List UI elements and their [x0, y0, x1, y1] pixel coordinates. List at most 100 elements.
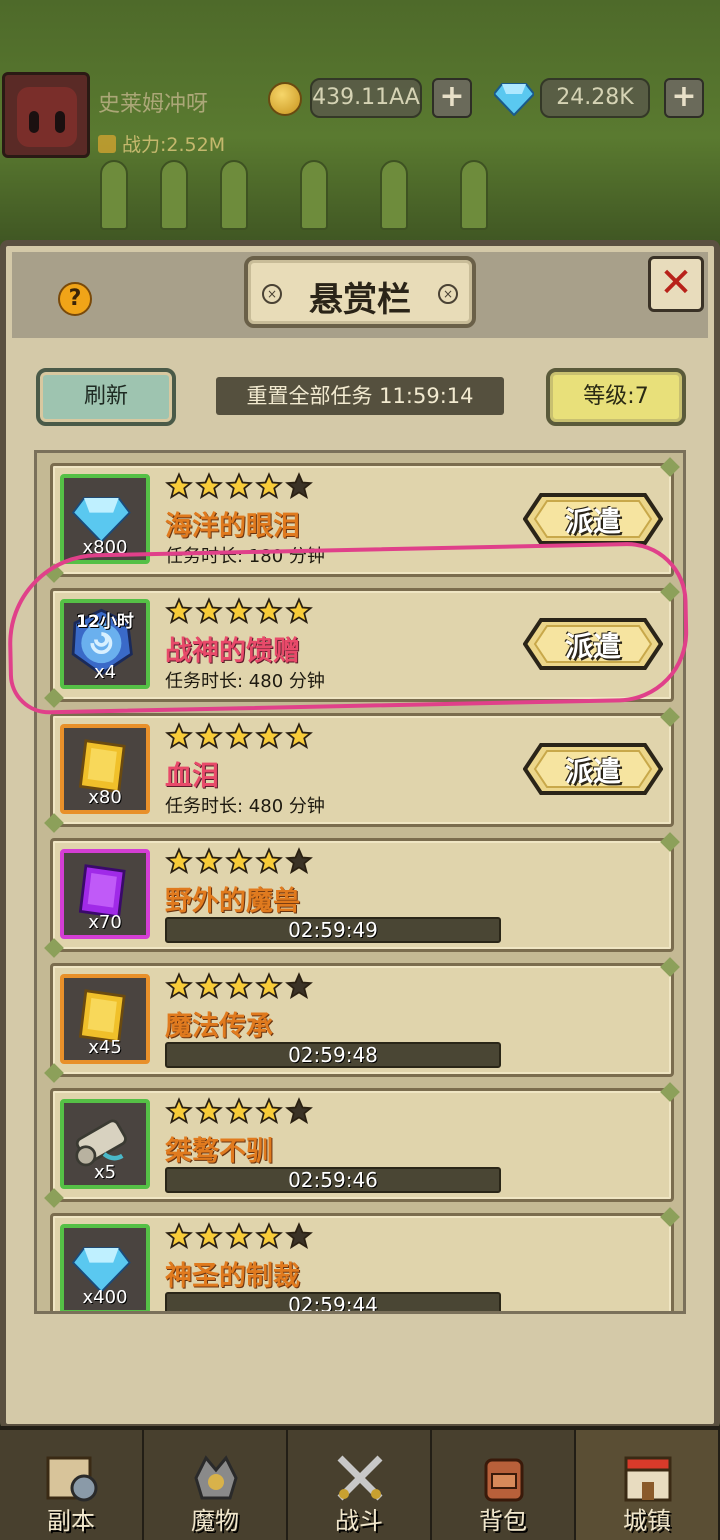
reward-item[interactable]: x5	[60, 1099, 150, 1189]
top-bar: 史莱姆冲呀 战力:2.52M 439.11AA + 24.28K +	[0, 70, 720, 162]
reward-item[interactable]: x800	[60, 474, 150, 564]
star-filled-icon	[165, 472, 193, 499]
task-name: 野外的魔兽	[165, 886, 300, 917]
level-button[interactable]: 等级:7	[546, 368, 686, 426]
tree-decoration	[160, 160, 188, 230]
star-filled-icon	[255, 972, 283, 999]
progress-bar: 02:59:46	[165, 1167, 501, 1193]
star-filled-icon	[225, 847, 253, 874]
star-rating	[165, 1222, 315, 1252]
nav-tab-dungeon[interactable]: 副本	[0, 1430, 144, 1540]
star-filled-icon	[195, 972, 223, 999]
reward-item[interactable]: x400	[60, 1224, 150, 1311]
combat-power: 战力:2.52M	[98, 130, 225, 157]
task-row: x70 野外的魔兽 02:59:49	[44, 832, 680, 958]
star-filled-icon	[225, 972, 253, 999]
dispatch-label: 派遣	[564, 505, 621, 538]
star-filled-icon	[195, 1097, 223, 1124]
star-filled-icon	[225, 1222, 253, 1249]
time-badge: 12小时	[76, 612, 134, 632]
slime-face	[17, 87, 77, 147]
tree-decoration	[220, 160, 248, 230]
star-rating	[165, 1097, 315, 1127]
timer-text: 02:59:44	[288, 1293, 378, 1314]
tree-decoration	[460, 160, 488, 230]
star-filled-icon	[255, 1097, 283, 1124]
progress-bar: 02:59:44	[165, 1292, 501, 1314]
task-name: 神圣的制裁	[165, 1261, 300, 1292]
add-gold-button[interactable]: +	[432, 78, 472, 118]
task-row: x5 桀骜不驯 02:59:46	[44, 1082, 680, 1208]
panel-title-plate: × 悬赏栏 ×	[244, 256, 476, 328]
star-filled-icon	[165, 972, 193, 999]
nav-tab-town[interactable]: 城镇	[576, 1430, 720, 1540]
timer-text: 02:59:49	[288, 918, 378, 942]
reward-item[interactable]: x45	[60, 974, 150, 1064]
crossed-swords-icon	[337, 1455, 383, 1501]
star-filled-icon	[165, 722, 193, 749]
gold-amount: 439.11AA	[310, 78, 422, 118]
dispatch-button[interactable]: 派遣	[522, 492, 664, 546]
dispatch-label: 派遣	[564, 755, 621, 788]
gem-icon	[494, 83, 534, 116]
star-empty-icon	[285, 472, 313, 499]
reward-quantity: x70	[88, 912, 122, 933]
nav-label: 战斗	[335, 1507, 383, 1535]
dispatch-button[interactable]: 派遣	[522, 742, 664, 796]
star-filled-icon	[165, 1097, 193, 1124]
star-rating	[165, 722, 315, 752]
tree-decoration	[100, 160, 128, 230]
nav-label: 背包	[479, 1507, 527, 1535]
star-rating	[165, 847, 315, 877]
map-icon	[46, 1456, 98, 1502]
task-name: 魔法传承	[165, 1011, 273, 1042]
avatar[interactable]	[2, 72, 90, 158]
refresh-button[interactable]: 刷新	[36, 368, 176, 426]
star-filled-icon	[255, 847, 283, 874]
nav-tab-backpack[interactable]: 背包	[432, 1430, 576, 1540]
task-duration: 任务时长: 480 分钟	[165, 796, 325, 817]
star-filled-icon	[225, 1097, 253, 1124]
task-row: x45 魔法传承 02:59:48	[44, 957, 680, 1083]
close-button[interactable]: ✕	[648, 256, 704, 312]
timer-text: 02:59:48	[288, 1043, 378, 1067]
reward-quantity: x400	[82, 1287, 128, 1308]
reward-quantity: x80	[88, 787, 122, 808]
star-filled-icon	[225, 472, 253, 499]
task-row: x400 神圣的制裁 02:59:44	[50, 1207, 680, 1314]
star-filled-icon	[285, 722, 313, 749]
help-button[interactable]: ?	[58, 282, 92, 316]
bottom-nav: 副本 魔物 战斗 背包 城镇	[0, 1426, 720, 1540]
nav-tab-battle[interactable]: 战斗	[288, 1430, 432, 1540]
task-name: 海洋的眼泪	[165, 511, 300, 542]
tree-decoration	[300, 160, 328, 230]
star-filled-icon	[195, 847, 223, 874]
add-gem-button[interactable]: +	[664, 78, 704, 118]
star-rating	[165, 472, 315, 502]
star-filled-icon	[195, 722, 223, 749]
gem-amount: 24.28K	[540, 78, 650, 118]
nav-label: 城镇	[623, 1507, 671, 1535]
star-filled-icon	[255, 472, 283, 499]
backpack-icon	[484, 1458, 524, 1502]
timer-text: 02:59:46	[288, 1168, 378, 1192]
player-name: 史莱姆冲呀	[98, 92, 209, 117]
gold-coin-icon	[268, 82, 302, 116]
star-filled-icon	[165, 847, 193, 874]
reward-item[interactable]: x80	[60, 724, 150, 814]
star-filled-icon	[165, 1222, 193, 1249]
star-empty-icon	[285, 847, 313, 874]
reward-quantity: x5	[93, 1162, 117, 1183]
combat-power-text: 战力:2.52M	[122, 134, 226, 156]
progress-bar: 02:59:48	[165, 1042, 501, 1068]
reward-item[interactable]: x70	[60, 849, 150, 939]
task-name: 血泪	[165, 761, 219, 792]
tree-decoration	[380, 160, 408, 230]
nav-tab-monsters[interactable]: 魔物	[144, 1430, 288, 1540]
rivet-icon: ×	[438, 284, 458, 304]
star-filled-icon	[195, 1222, 223, 1249]
star-empty-icon	[285, 1222, 313, 1249]
task-row: x80 血泪 任务时长: 480 分钟 派遣	[44, 707, 680, 833]
reward-quantity: x45	[88, 1037, 122, 1058]
town-icon	[624, 1456, 672, 1502]
